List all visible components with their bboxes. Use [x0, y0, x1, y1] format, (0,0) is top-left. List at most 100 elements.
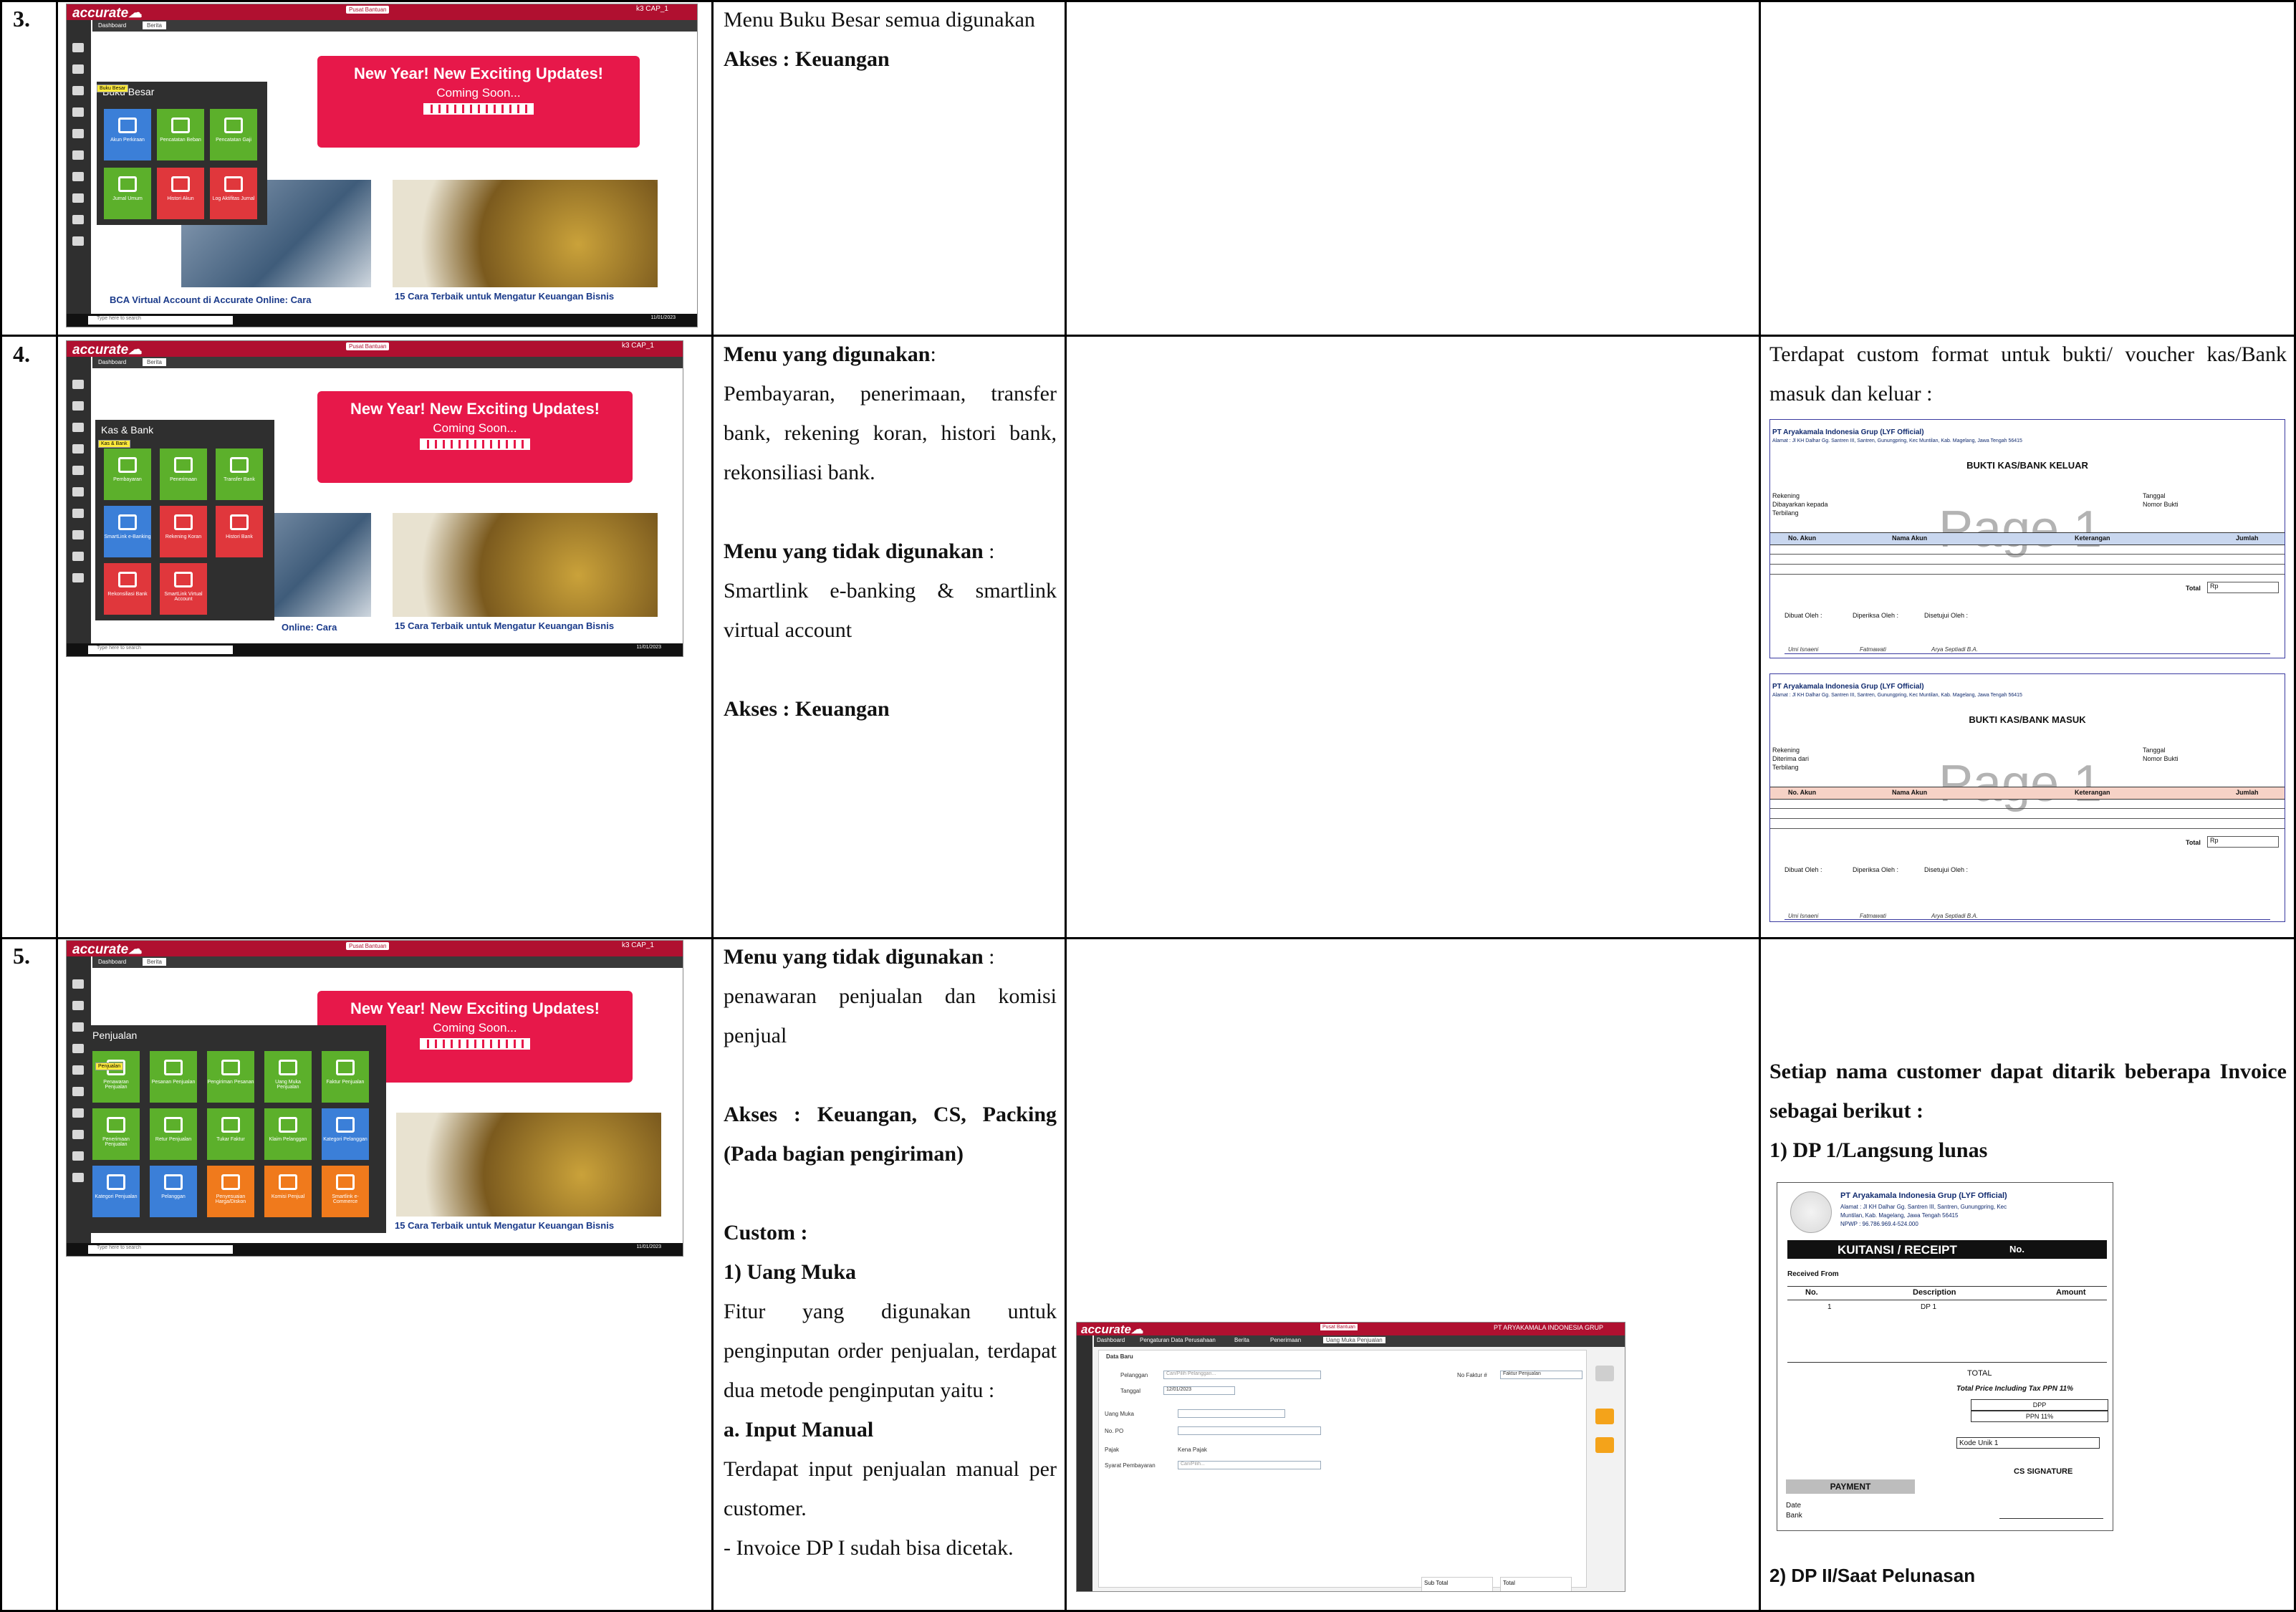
ledger-icon[interactable] [72, 401, 84, 411]
kena-pajak-checkbox[interactable]: Kena Pajak [1178, 1447, 1207, 1453]
tile-pelanggan[interactable]: Pelanggan [150, 1166, 197, 1217]
pusat-bantuan-button[interactable]: Pusat Bantuan [1320, 1324, 1358, 1330]
tab-dashboard[interactable]: Dashboard [94, 21, 130, 29]
pusat-bantuan-button[interactable]: Pusat Bantuan [346, 342, 390, 350]
tile-retur-penjualan[interactable]: Retur Penjualan [150, 1108, 197, 1160]
bank-icon[interactable] [72, 444, 84, 454]
inventory-icon[interactable] [72, 509, 84, 518]
assets-icon[interactable] [72, 530, 84, 539]
tile-pencatatan-beban[interactable]: Pencatatan Beban [157, 109, 204, 160]
pelanggan-input[interactable]: Cari/Pilih Pelanggan... [1163, 1371, 1321, 1379]
cart-icon[interactable] [72, 466, 84, 475]
assets-icon[interactable] [72, 1130, 84, 1139]
tile-rekening-koran[interactable]: Rekening Koran [160, 506, 207, 557]
taskbar-search[interactable]: Type here to search [88, 646, 233, 654]
pusat-bantuan-button[interactable]: Pusat Bantuan [346, 6, 390, 14]
report-icon[interactable] [72, 552, 84, 561]
bag-icon[interactable] [72, 487, 84, 496]
news-image[interactable] [393, 180, 658, 287]
news-caption[interactable]: Online: Cara [282, 622, 337, 633]
tile-smartlink-ebanking[interactable]: SmartLink e-Banking [104, 506, 151, 557]
report-icon[interactable] [72, 215, 84, 224]
book-icon[interactable] [72, 1022, 84, 1032]
bank-icon[interactable] [72, 107, 84, 117]
chart-icon[interactable] [72, 573, 84, 582]
tab-berita[interactable]: Berita [143, 958, 166, 966]
tile-jurnal-umum[interactable]: Jurnal Umum [104, 168, 151, 219]
tile-tukar-faktur[interactable]: Tukar Faktur [207, 1108, 254, 1160]
tile-penyesuaian-harga[interactable]: Penyesuaian Harga/Diskon [207, 1166, 254, 1217]
tab-berita[interactable]: Berita [1234, 1337, 1249, 1343]
tile-klaim-pelanggan[interactable]: Klaim Pelanggan [264, 1108, 312, 1160]
tile-penerimaan[interactable]: Penerimaan [160, 448, 207, 500]
data-baru-tab[interactable]: Data Baru [1106, 1353, 1133, 1360]
cart-icon[interactable] [72, 1065, 84, 1075]
taskbar-search[interactable]: Type here to search [88, 316, 233, 325]
news-caption[interactable]: 15 Cara Terbaik untuk Mengatur Keuangan … [395, 620, 614, 631]
tile-histori-akun[interactable]: Histori Akun [157, 168, 204, 219]
tab-berita[interactable]: Berita [143, 21, 166, 29]
print-button[interactable] [1595, 1366, 1614, 1381]
ledger-icon[interactable] [72, 64, 84, 74]
tab-dashboard[interactable]: Dashboard [94, 958, 130, 966]
tile-akun-perkiraan[interactable]: Akun Perkiraan [104, 109, 151, 160]
bank-icon[interactable] [72, 1044, 84, 1053]
tile-kategori-pelanggan[interactable]: Kategori Pelanggan [322, 1108, 369, 1160]
tile-uang-muka-penjualan[interactable]: Uang Muka Penjualan [264, 1051, 312, 1103]
tab-dashboard[interactable]: Dashboard [1097, 1337, 1125, 1343]
tile-komisi-penjual[interactable]: Komisi Penjual [264, 1166, 312, 1217]
gear-icon[interactable] [72, 380, 84, 389]
tile-pencatatan-gaji[interactable]: Pencatatan Gaji [210, 109, 257, 160]
tile-histori-bank[interactable]: Histori Bank [216, 506, 263, 557]
tanggal-input[interactable]: 12/01/2023 [1163, 1386, 1235, 1395]
news-image[interactable] [396, 1113, 661, 1217]
pusat-bantuan-button[interactable]: Pusat Bantuan [346, 942, 390, 950]
tile-kategori-penjualan[interactable]: Kategori Penjualan [92, 1166, 140, 1217]
tile-rekonsiliasi-bank[interactable]: Rekonsiliasi Bank [104, 563, 151, 615]
ledger-icon[interactable] [72, 1001, 84, 1010]
tile-pesanan-penjualan[interactable]: Pesanan Penjualan [150, 1051, 197, 1103]
tile-faktur-penjualan[interactable]: Faktur Penjualan [322, 1051, 369, 1103]
row-number: 4. [13, 341, 30, 367]
chart-icon[interactable] [72, 236, 84, 246]
tile-log-aktifitas-jurnal[interactable]: Log Aktifitas Jurnal [210, 168, 257, 219]
assets-icon[interactable] [72, 193, 84, 203]
news-caption[interactable]: 15 Cara Terbaik untuk Mengatur Keuangan … [395, 1220, 614, 1231]
tile-penerimaan-penjualan[interactable]: Penerimaan Penjualan [92, 1108, 140, 1160]
bag-icon[interactable] [72, 1087, 84, 1096]
tab-penerimaan[interactable]: Penerimaan [1270, 1337, 1301, 1343]
news-caption[interactable]: 15 Cara Terbaik untuk Mengatur Keuangan … [395, 291, 614, 302]
no-po-input[interactable] [1178, 1426, 1321, 1435]
inventory-icon[interactable] [72, 172, 84, 181]
access-line: Akses : Keuangan [724, 47, 890, 71]
gear-icon[interactable] [72, 979, 84, 989]
taskbar-search[interactable]: Type here to search [88, 1245, 233, 1254]
book-icon[interactable] [72, 423, 84, 432]
tab-berita[interactable]: Berita [143, 358, 166, 366]
tab-uang-muka-penjualan[interactable]: Uang Muka Penjualan [1323, 1337, 1385, 1343]
chart-icon[interactable] [72, 1173, 84, 1182]
promo-banner[interactable]: New Year! New Exciting Updates! Coming S… [317, 56, 640, 148]
tile-pembayaran[interactable]: Pembayaran [104, 448, 151, 500]
tile-smartlink-virtual-account[interactable]: SmartLink Virtual Account [160, 563, 207, 615]
inventory-icon[interactable] [72, 1108, 84, 1118]
news-image[interactable] [393, 513, 658, 617]
promo-banner[interactable]: New Year! New Exciting Updates! Coming S… [317, 391, 633, 483]
stamp-button[interactable] [1595, 1409, 1614, 1424]
tile-smartlink-ecommerce[interactable]: Smartlink e-Commerce [322, 1166, 369, 1217]
news-caption[interactable]: BCA Virtual Account di Accurate Online: … [110, 294, 311, 305]
tab-dashboard[interactable]: Dashboard [94, 358, 130, 366]
faktur-select[interactable]: Faktur Penjualan [1500, 1371, 1582, 1379]
tab-pengaturan[interactable]: Pengaturan Data Perusahaan [1140, 1337, 1216, 1343]
attachment-button[interactable] [1595, 1437, 1614, 1453]
gear-icon[interactable] [72, 43, 84, 52]
tile-transfer-bank[interactable]: Transfer Bank [216, 448, 263, 500]
bag-icon[interactable] [72, 150, 84, 160]
uang-muka-input[interactable] [1178, 1409, 1285, 1418]
tile-penawaran-penjualan[interactable]: Penawaran Penjualan [92, 1051, 140, 1103]
report-icon[interactable] [72, 1151, 84, 1161]
book-icon[interactable] [72, 86, 84, 95]
cart-icon[interactable] [72, 129, 84, 138]
syarat-input[interactable]: Cari/Pilih... [1178, 1461, 1321, 1469]
tile-pengiriman-pesanan[interactable]: Pengiriman Pesanan [207, 1051, 254, 1103]
